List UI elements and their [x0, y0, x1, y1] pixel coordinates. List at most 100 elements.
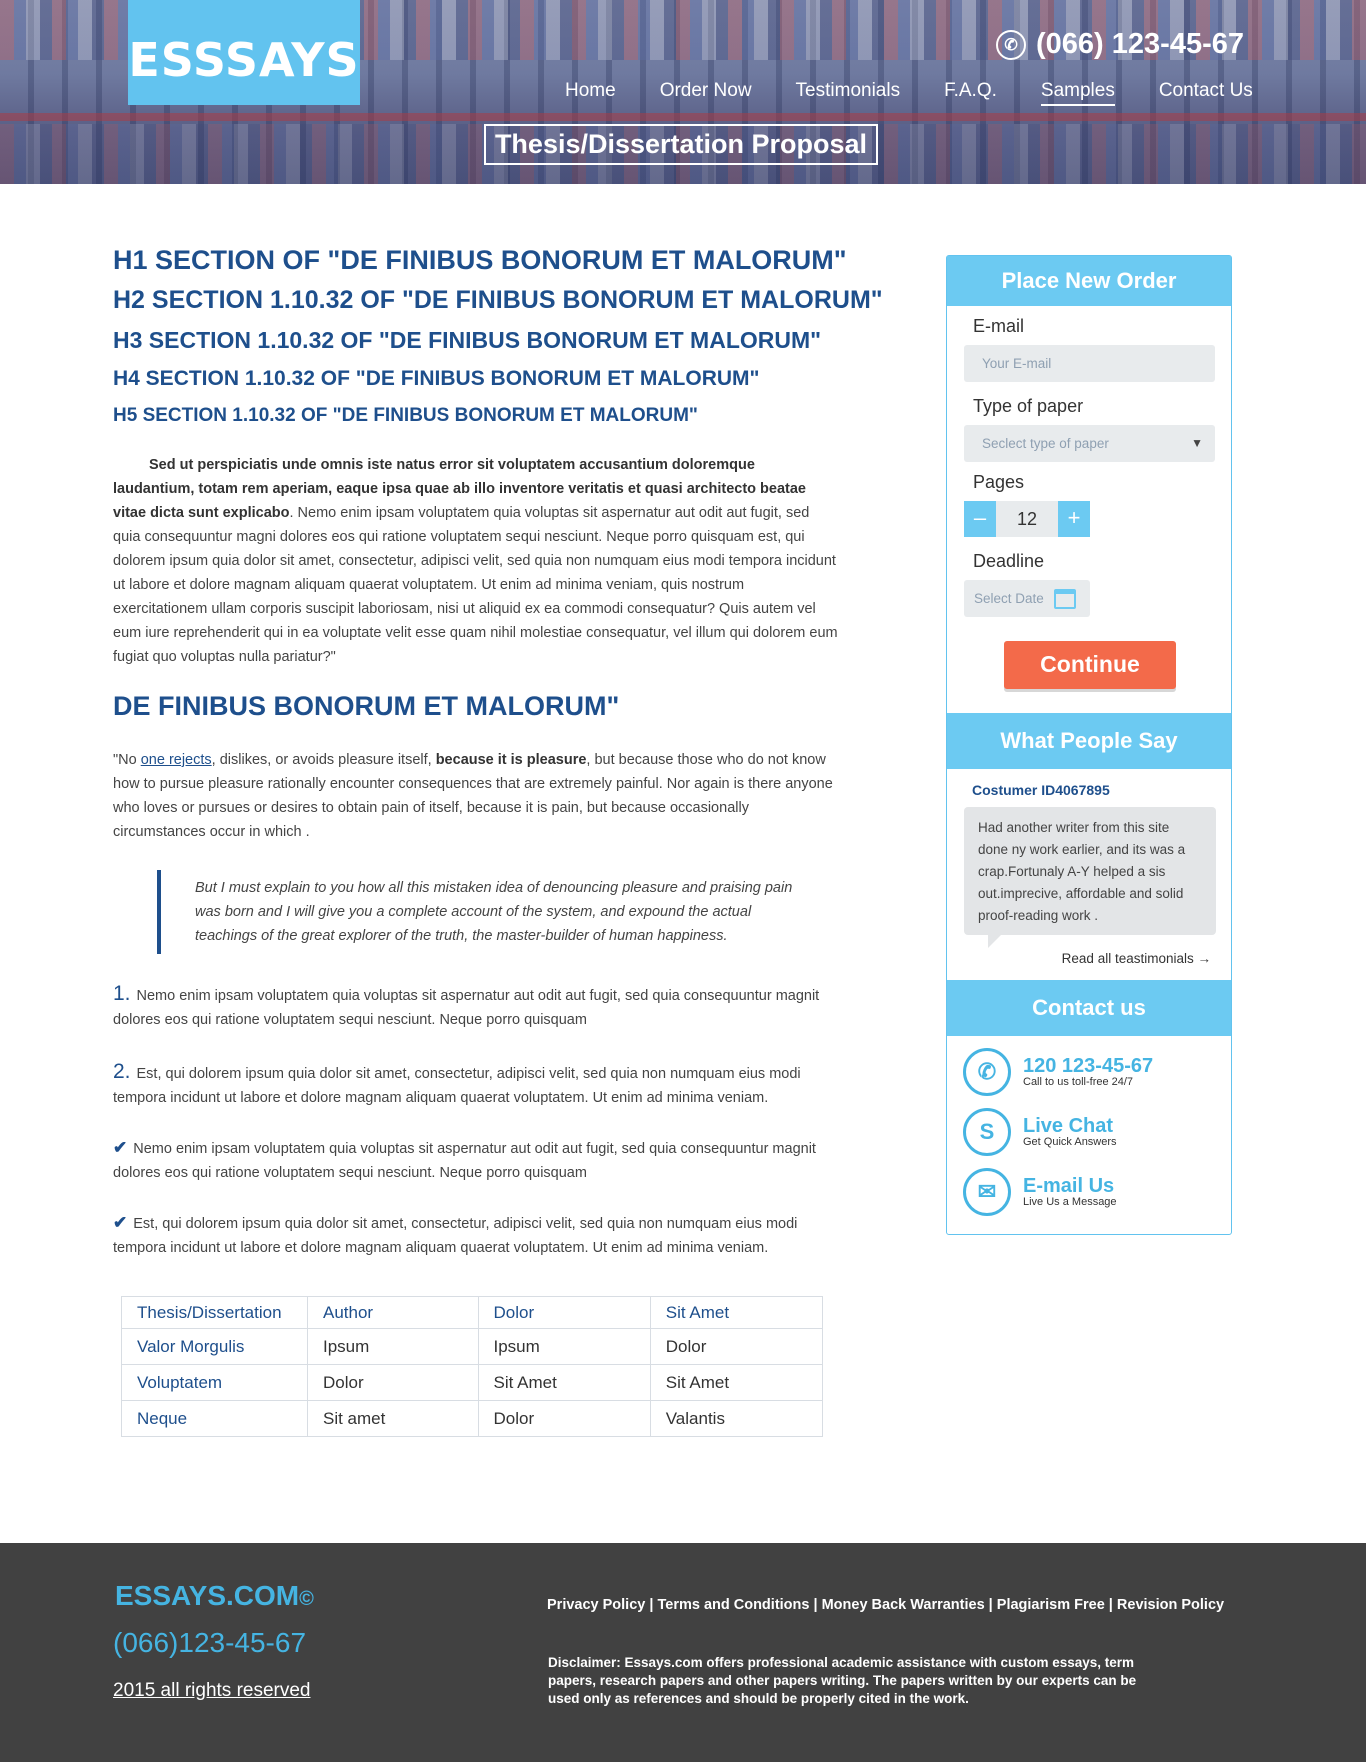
table-row: Valor Morgulis Ipsum Ipsum Dolor — [121, 1328, 824, 1365]
item-number: 2. — [113, 1060, 131, 1083]
skype-icon: S — [963, 1108, 1011, 1156]
item-text: Nemo enim ipsam voluptatem quia voluptas… — [113, 988, 820, 1028]
contact-email[interactable]: ✉ E-mail Us Live Us a Message — [963, 1168, 1231, 1216]
heading-h2: H2 SECTION 1.10.32 OF "DE FINIBUS BONORU… — [113, 286, 883, 314]
email-label: E-mail — [973, 316, 1025, 336]
deadline-date-picker[interactable]: Select Date — [964, 580, 1090, 617]
contact-phone-subtitle: Call to us toll-free 24/7 — [1023, 1075, 1134, 1088]
footer-brand[interactable]: ESSAYS.COM© — [115, 1580, 314, 1612]
table-row: Neque Sit amet Dolor Valantis — [121, 1400, 824, 1437]
page-title: Thesis/Dissertation Proposal — [484, 124, 878, 165]
table-header-row: Thesis/Dissertation Author Dolor Sit Ame… — [121, 1296, 824, 1329]
table-cell: Dolor — [477, 1296, 651, 1329]
phone-icon: ✆ — [963, 1048, 1011, 1096]
footer-link-privacy[interactable]: Privacy Policy — [547, 1597, 645, 1613]
testimonial-bubble: Had another writer from this site done n… — [964, 807, 1216, 948]
nav-faq[interactable]: F.A.Q. — [944, 80, 997, 106]
date-placeholder: Select Date — [974, 591, 1044, 606]
table-cell: Sit amet — [307, 1400, 479, 1437]
paragraph-text: "No — [113, 752, 141, 768]
nav-samples[interactable]: Samples — [1040, 80, 1115, 106]
table-cell: Dolor — [649, 1328, 824, 1365]
nav-order-now[interactable]: Order Now — [660, 80, 752, 106]
email-placeholder: Your E-mail — [982, 356, 1052, 371]
sidebar: Place New Order E-mail Your E-mail Type … — [946, 255, 1232, 1235]
table-cell: Sit Amet — [649, 1364, 824, 1401]
footer-link-plagiarism[interactable]: Plagiarism Free — [997, 1597, 1105, 1613]
pages-label: Pages — [973, 472, 1025, 492]
contact-title: Contact us — [947, 980, 1231, 1036]
table-cell: Neque — [121, 1400, 308, 1437]
footer-link-revision[interactable]: Revision Policy — [1117, 1597, 1224, 1613]
phone-icon: ✆ — [996, 29, 1027, 60]
table-cell: Ipsum — [307, 1328, 479, 1365]
footer: ESSAYS.COM© (066)123-45-67 2015 all righ… — [0, 1543, 1366, 1762]
table-cell: Valantis — [649, 1400, 824, 1437]
heading-h5: H5 SECTION 1.10.32 OF "DE FINIBUS BONORU… — [113, 405, 698, 426]
checkmark-icon: ✔ — [113, 1213, 128, 1232]
table-cell: Dolor — [307, 1364, 479, 1401]
nav-testimonials[interactable]: Testimonials — [796, 80, 901, 106]
contact-chat-subtitle: Get Quick Answers — [1023, 1135, 1117, 1148]
pleasure-paragraph: "No one rejects, dislikes, or avoids ple… — [113, 748, 838, 844]
table-cell: Dolor — [477, 1400, 651, 1437]
footer-phone[interactable]: (066)123-45-67 — [113, 1627, 306, 1659]
nav-home[interactable]: Home — [565, 80, 616, 106]
table-row: Voluptatem Dolor Sit Amet Sit Amet — [121, 1364, 824, 1401]
paper-type-placeholder: Seclect type of paper — [982, 436, 1109, 451]
copyright-icon: © — [299, 1588, 314, 1610]
footer-link-terms[interactable]: Terms and Conditions — [657, 1597, 809, 1613]
contact-phone[interactable]: ✆ 120 123-45-67 Call to us toll-free 24/… — [963, 1048, 1231, 1096]
contact-chat-title: Live Chat — [1023, 1114, 1114, 1137]
main-content: H1 SECTION OF "DE FINIBUS BONORUM ET MAL… — [113, 245, 883, 1437]
header-phone[interactable]: ✆ (066) 123-45-67 — [996, 28, 1244, 61]
footer-disclaimer: Disclaimer: Essays.com offers profession… — [548, 1655, 1137, 1706]
blockquote: But I must explain to you how all this m… — [157, 870, 817, 954]
mail-icon: ✉ — [963, 1168, 1011, 1216]
logo[interactable]: ESSSAYS — [128, 0, 360, 105]
table-cell: Ipsum — [477, 1328, 651, 1365]
contact-email-title: E-mail Us — [1023, 1174, 1115, 1197]
item-number: 1. — [113, 982, 131, 1005]
dropdown-arrow-icon: ▼ — [1191, 436, 1203, 450]
decrement-button[interactable]: – — [964, 501, 996, 537]
email-field[interactable]: Your E-mail — [964, 345, 1215, 382]
one-rejects-link[interactable]: one rejects — [141, 752, 212, 768]
pages-value[interactable]: 12 — [996, 501, 1058, 537]
nav-contact-us[interactable]: Contact Us — [1159, 80, 1253, 106]
contact-phone-number: 120 123-45-67 — [1023, 1054, 1154, 1077]
header-shelf — [0, 113, 1366, 121]
contact-email-text: E-mail Us Live Us a Message — [1023, 1176, 1117, 1209]
table-cell: Valor Morgulis — [121, 1328, 308, 1365]
checkmark-icon: ✔ — [113, 1138, 128, 1157]
contact-chat-text: Live Chat Get Quick Answers — [1023, 1116, 1117, 1149]
pages-stepper: – 12 + — [964, 501, 1231, 537]
contact-phone-text: 120 123-45-67 Call to us toll-free 24/7 — [1023, 1056, 1153, 1089]
footer-link-money-back[interactable]: Money Back Warranties — [822, 1597, 985, 1613]
heading-h3: H3 SECTION 1.10.32 OF "DE FINIBUS BONORU… — [113, 327, 822, 353]
intro-paragraph: Sed ut perspiciatis unde omnis iste natu… — [113, 453, 838, 669]
customer-id: Costumer ID4067895 — [972, 782, 1110, 798]
contact-email-subtitle: Live Us a Message — [1023, 1195, 1117, 1208]
heading-h1: H1 SECTION OF "DE FINIBUS BONORUM ET MAL… — [113, 245, 847, 275]
contact-live-chat[interactable]: S Live Chat Get Quick Answers — [963, 1108, 1231, 1156]
numbered-item: 2. Est, qui dolorem ipsum quia dolor sit … — [113, 1060, 838, 1110]
reviews-title: What People Say — [947, 713, 1231, 769]
header-phone-number: (066) 123-45-67 — [1036, 28, 1244, 60]
table-cell: Sit Amet — [649, 1296, 824, 1329]
main-nav: Home Order Now Testimonials F.A.Q. Sampl… — [565, 80, 1253, 106]
paragraph-bold-text: because it is pleasure — [435, 752, 587, 768]
continue-button[interactable]: Continue — [1004, 641, 1176, 689]
increment-button[interactable]: + — [1058, 501, 1090, 537]
footer-rights[interactable]: 2015 all rights reserved — [113, 1680, 311, 1702]
calendar-icon[interactable] — [1053, 588, 1076, 609]
read-all-testimonials-link[interactable]: Read all teastimonials → — [947, 951, 1211, 966]
paper-type-select[interactable]: Seclect type of paper ▼ — [964, 425, 1215, 462]
table-cell: Voluptatem — [121, 1364, 308, 1401]
numbered-item: 1. Nemo enim ipsam voluptatem quia volupt… — [113, 982, 838, 1032]
table-cell: Thesis/Dissertation — [121, 1296, 308, 1329]
paper-type-label: Type of paper — [973, 396, 1084, 416]
item-text: Nemo enim ipsam voluptatem quia voluptas… — [113, 1141, 816, 1181]
intro-text: . Nemo enim ipsam voluptatem quia volupt… — [113, 505, 838, 665]
paragraph-text: , dislikes, or avoids pleasure itself, — [211, 752, 436, 768]
